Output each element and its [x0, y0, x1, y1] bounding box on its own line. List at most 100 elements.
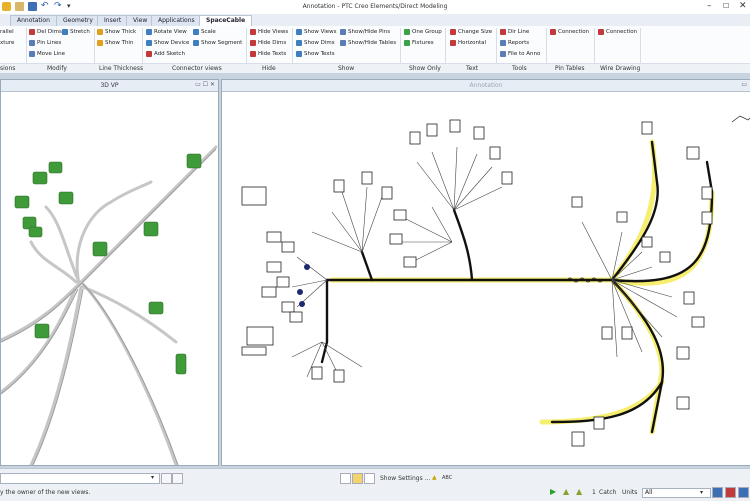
dropdown-arrow-icon[interactable]: ▾ — [151, 474, 154, 481]
catch-label[interactable]: Catch — [599, 489, 616, 496]
connector-symbol — [686, 146, 700, 160]
connector-symbol — [426, 123, 438, 137]
hide-dims-icon — [250, 40, 256, 46]
connector-symbol — [389, 233, 403, 245]
highlighted-segment — [609, 139, 658, 283]
cable-bundle — [29, 285, 83, 465]
tab-annotation[interactable]: Annotation — [10, 15, 57, 26]
show-hide-pins-icon — [340, 29, 346, 35]
connector-symbol — [691, 316, 705, 328]
file-to-anno-button[interactable]: File to Anno — [500, 51, 540, 57]
stretch-button[interactable]: Stretch — [62, 29, 90, 35]
show-device-button[interactable]: Show Device — [146, 40, 189, 46]
viewport-annotation[interactable]: Annotation ▭ — [221, 79, 750, 466]
horizontal-icon — [450, 40, 456, 46]
one-group-icon — [404, 29, 410, 35]
wire-harness-drawing[interactable] — [222, 92, 750, 465]
del-dims-button[interactable]: Del Dims — [29, 29, 62, 35]
catch-icon[interactable]: ▲ — [563, 487, 569, 496]
connector-symbol — [601, 326, 613, 340]
close-icon[interactable]: ✕ — [739, 1, 747, 11]
command-forward-button[interactable] — [172, 473, 183, 484]
tab-applications[interactable]: Applications — [151, 15, 202, 26]
scale-button[interactable]: Scale — [193, 29, 216, 35]
cable-bundle — [29, 240, 78, 284]
prompt-text: y the owner of the new views. — [0, 489, 91, 496]
connector-symbol — [266, 261, 282, 273]
pin-lines-button[interactable]: Pin Lines — [29, 40, 61, 46]
tab-insert[interactable]: Insert — [97, 15, 129, 26]
parallel-button[interactable]: rallel — [0, 29, 14, 35]
connector-symbol — [266, 231, 282, 243]
one-group-button[interactable]: One Group — [404, 29, 442, 35]
show-views-button[interactable]: Show Views — [296, 29, 337, 35]
dropdown-arrow-icon[interactable]: ▾ — [700, 489, 703, 496]
show-settings-button[interactable]: Show Settings ... — [380, 475, 430, 482]
connector-part — [143, 221, 159, 237]
show-thick-button[interactable]: Show Thick — [97, 29, 136, 35]
cable-3d-model[interactable] — [1, 92, 218, 465]
show-thin-button[interactable]: Show Thin — [97, 40, 133, 46]
connector-symbol — [281, 241, 295, 253]
group-label-text: Text — [466, 65, 479, 72]
run-icon[interactable]: ▶ — [550, 487, 556, 496]
highlighted-segment — [609, 277, 665, 435]
splice-node — [297, 289, 303, 295]
horizontal-button[interactable]: Horizontal — [450, 40, 486, 46]
connector-symbol — [641, 236, 653, 248]
move-line-button[interactable]: Move Line — [29, 51, 65, 57]
connector-symbol — [676, 346, 690, 360]
view-icon[interactable] — [364, 473, 375, 484]
show-dims-button[interactable]: Show Dims — [296, 40, 335, 46]
fixture-button[interactable]: xture — [0, 40, 14, 46]
tab-geometry[interactable]: Geometry — [56, 15, 100, 26]
view-icon[interactable] — [340, 473, 351, 484]
window-layout-icon[interactable] — [725, 487, 736, 498]
viewport-3d[interactable]: 3D VP ▭ ☐ ✕ — [0, 79, 219, 466]
scale-icon — [193, 29, 199, 35]
connector-part — [28, 226, 43, 238]
maximize-icon[interactable]: ☐ — [723, 2, 729, 10]
connector-symbol — [489, 146, 501, 160]
dir-line-button[interactable]: Dir Line — [500, 29, 529, 35]
hide-dims-button[interactable]: Hide Dims — [250, 40, 286, 46]
connector-part — [186, 153, 202, 169]
rotate-view-button[interactable]: Rotate View — [146, 29, 187, 35]
pointer-icon[interactable]: ▲ — [432, 474, 437, 481]
coil-symbol — [731, 115, 750, 123]
show-hide-pins-button[interactable]: Show/Hide Pins — [340, 29, 390, 35]
fan-wire — [311, 186, 383, 253]
fan-wire — [291, 341, 363, 383]
connector-part — [92, 241, 108, 257]
command-input[interactable] — [0, 473, 160, 484]
viewport-controls-icon[interactable]: ▭ — [741, 81, 747, 88]
catch-icon[interactable]: ▲ — [576, 487, 582, 496]
connection-pin-tables-button[interactable]: Connection — [550, 29, 589, 35]
connector-symbol — [281, 301, 295, 313]
show-texts-button[interactable]: Show Texts — [296, 51, 335, 57]
hide-views-button[interactable]: Hide Views — [250, 29, 288, 35]
tab-view[interactable]: View — [126, 15, 155, 26]
connection-wire-drawing-button[interactable]: Connection — [598, 29, 637, 35]
change-size-button[interactable]: Change Size — [450, 29, 492, 35]
cable-bundle — [1, 285, 78, 394]
status-bar: ▾ y the owner of the new views. Show Set… — [0, 468, 750, 501]
view-icon[interactable] — [352, 473, 363, 484]
connector-symbol — [409, 131, 421, 145]
hide-texts-button[interactable]: Hide Texts — [250, 51, 286, 57]
minimize-icon[interactable]: – — [707, 1, 712, 11]
add-sketch-button[interactable]: Add Sketch — [146, 51, 185, 57]
window-layout-icon[interactable] — [712, 487, 723, 498]
connector-symbol — [571, 196, 583, 208]
group-label-hide: Hide — [262, 65, 276, 72]
command-back-button[interactable] — [161, 473, 172, 484]
connector-symbol — [276, 276, 290, 288]
viewport-controls-icon[interactable]: ▭ ☐ ✕ — [195, 81, 215, 88]
reports-button[interactable]: Reports — [500, 40, 529, 46]
window-layout-icon[interactable] — [738, 487, 749, 498]
show-segment-button[interactable]: Show Segment — [193, 40, 242, 46]
show-hide-tables-button[interactable]: Show/Hide Tables — [340, 40, 396, 46]
fixtures-button[interactable]: Fixtures — [404, 40, 434, 46]
connector-part — [148, 301, 164, 315]
viewport-3d-title: 3D VP — [1, 80, 218, 92]
